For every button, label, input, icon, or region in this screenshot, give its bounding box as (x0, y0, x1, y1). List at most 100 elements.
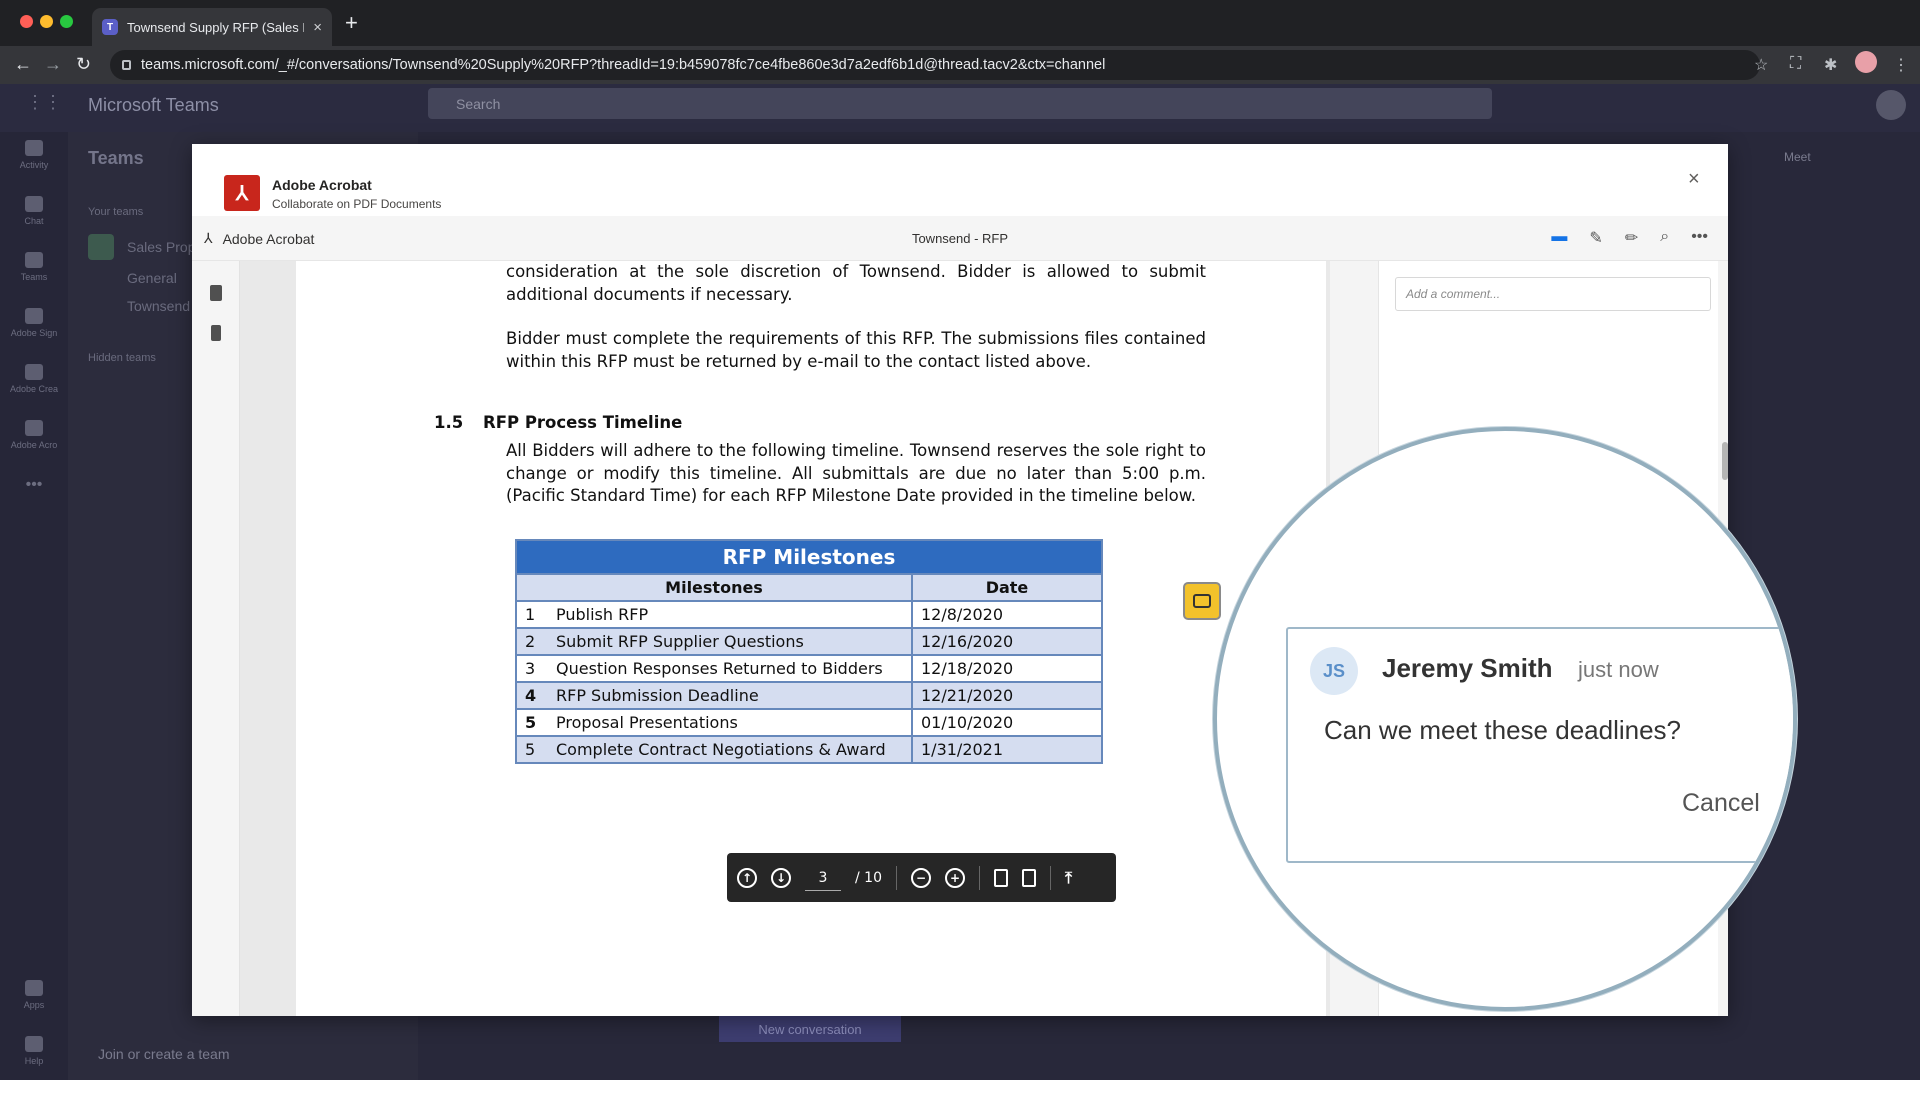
divider (978, 865, 980, 890)
teams-icon (25, 252, 43, 268)
back-arrow-icon[interactable]: ← (14, 54, 32, 74)
next-page-icon[interactable]: ↓ (771, 867, 791, 888)
rail-adobe-sign[interactable]: Adobe Sign (0, 308, 68, 338)
draw-tool-icon[interactable]: ✏ (1625, 228, 1638, 248)
your-teams-label: Your teams (88, 206, 144, 218)
highlight-tool-icon[interactable]: ✎ (1589, 228, 1602, 248)
page-navigation-bar: ↑ ↓ 3 / 10 − + ⤒ (727, 853, 1116, 902)
comment-tool-icon[interactable]: ▬ (1551, 228, 1567, 248)
rail-adobe-creative[interactable]: Adobe Crea (0, 364, 68, 394)
forward-arrow-icon[interactable]: → (44, 54, 62, 74)
search-placeholder: Search (456, 95, 501, 112)
comment-time: just now (1578, 657, 1659, 682)
modal-subtitle: Collaborate on PDF Documents (272, 197, 442, 211)
rail-help[interactable]: Help (0, 1036, 68, 1066)
comments-scrollbar[interactable] (1722, 442, 1728, 480)
rail-activity[interactable]: Activity (0, 140, 68, 170)
channel-general[interactable]: General (127, 270, 177, 286)
tab-close-icon[interactable]: × (313, 19, 322, 36)
pdf-page: consideration at the sole discretion of … (296, 261, 1326, 1016)
bookmark-icon[interactable] (211, 325, 221, 341)
channel-townsend[interactable]: Townsend (127, 298, 190, 314)
modal-close-icon[interactable]: × (1688, 168, 1700, 191)
table-caption: RFP Milestones (515, 539, 1103, 575)
milestone-date: 12/8/2020 (911, 600, 1103, 629)
browser-tab-bar: T Townsend Supply RFP (Sales P × + (0, 0, 1920, 46)
milestone-name: Proposal Presentations (554, 708, 913, 737)
column-header-date: Date (911, 573, 1103, 602)
acrobat-icon (25, 420, 43, 436)
help-icon (25, 1036, 43, 1052)
fit-width-icon[interactable] (1021, 868, 1036, 887)
minimize-window-button[interactable] (40, 15, 53, 28)
maximize-window-button[interactable] (60, 15, 73, 28)
cast-icon[interactable]: ⛶ (1790, 55, 1801, 73)
browser-toolbar: ← → ↻ teams.microsoft.com/_#/conversatio… (0, 46, 1920, 84)
milestone-date: 01/10/2020 (911, 708, 1103, 737)
pages-thumbnail-icon[interactable] (210, 285, 222, 301)
cancel-button[interactable]: Cancel (1682, 789, 1760, 818)
app-launcher-icon[interactable]: ⋮⋮ (26, 92, 62, 112)
page-total: / 10 (855, 869, 882, 886)
more-options-icon[interactable]: ••• (1691, 228, 1708, 248)
teams-favicon-icon: T (102, 19, 118, 35)
new-conversation-button[interactable]: New conversation (719, 1016, 901, 1042)
join-team-link[interactable]: Join or create a team (98, 1046, 230, 1062)
rail-apps[interactable]: Apps (0, 980, 68, 1010)
zoom-out-icon[interactable]: − (910, 867, 931, 888)
teams-search-input[interactable]: Search (428, 88, 1492, 119)
milestone-name: Submit RFP Supplier Questions (554, 627, 913, 656)
creative-cloud-icon (25, 364, 43, 380)
bookmark-star-icon[interactable]: ☆ (1754, 55, 1768, 75)
comment-marker[interactable] (1183, 582, 1221, 620)
table-row: 5 Complete Contract Negotiations & Award… (515, 735, 1103, 764)
divider (895, 865, 897, 890)
add-comment-input[interactable]: Add a comment... (1395, 277, 1711, 311)
extensions-icon[interactable]: ✱ (1824, 55, 1837, 75)
hidden-teams-label: Hidden teams (88, 352, 156, 364)
browser-menu-icon[interactable]: ⋮ (1893, 55, 1909, 75)
acrobat-logo-icon: ⅄ (224, 175, 260, 211)
row-number: 2 (515, 627, 554, 656)
divider (1049, 865, 1051, 890)
url-text: teams.microsoft.com/_#/conversations/Tow… (141, 57, 1106, 73)
document-title: Townsend - RFP (911, 231, 1009, 246)
rail-adobe-acrobat[interactable]: Adobe Acro (0, 420, 68, 450)
column-header-milestones: Milestones (515, 573, 913, 602)
rail-teams[interactable]: Teams (0, 252, 68, 282)
section-number: 1.5 (434, 413, 464, 432)
scroll-mode-icon[interactable]: ⤒ (1065, 868, 1072, 888)
page-number-input[interactable]: 3 (805, 865, 841, 891)
close-window-button[interactable] (20, 15, 33, 28)
paragraph-2: Bidder must complete the requirements of… (506, 329, 1206, 371)
table-row: 1 Publish RFP 12/8/2020 (515, 600, 1103, 629)
row-number: 5 (515, 735, 554, 764)
reload-icon[interactable]: ↻ (76, 54, 91, 74)
fit-page-icon[interactable] (993, 868, 1008, 887)
commenter-name: Jeremy Smith (1382, 653, 1553, 683)
previous-page-icon[interactable]: ↑ (737, 867, 757, 888)
acrobat-tools: ▬ ✎ ✏ ⌕ ••• (1551, 228, 1708, 248)
zoom-callout: JS Jeremy Smith just now Can we meet the… (1213, 427, 1797, 1011)
table-row: 3 Question Responses Returned to Bidders… (515, 654, 1103, 683)
team-name[interactable]: Sales Prop (127, 239, 195, 255)
search-icon[interactable]: ⌕ (1660, 228, 1669, 248)
address-bar[interactable]: teams.microsoft.com/_#/conversations/Tow… (110, 50, 1760, 80)
profile-avatar[interactable] (1855, 51, 1877, 73)
more-apps-icon[interactable]: ••• (0, 476, 68, 494)
new-tab-button[interactable]: + (345, 12, 358, 34)
pane-title: Teams (88, 148, 144, 168)
milestone-date: 1/31/2021 (911, 735, 1103, 764)
row-number: 1 (515, 600, 554, 629)
meet-button[interactable]: Meet (1784, 150, 1811, 164)
zoom-in-icon[interactable]: + (944, 867, 965, 888)
section-title: RFP Process Timeline (483, 413, 683, 432)
browser-tab[interactable]: T Townsend Supply RFP (Sales P × (92, 8, 332, 46)
row-number: 4 (515, 681, 554, 710)
apps-icon (25, 980, 43, 996)
rail-chat[interactable]: Chat (0, 196, 68, 226)
milestone-date: 12/21/2020 (911, 681, 1103, 710)
user-avatar[interactable] (1876, 90, 1906, 120)
modal-title: Adobe Acrobat (272, 177, 372, 193)
comment-bubble-icon (1193, 594, 1211, 608)
